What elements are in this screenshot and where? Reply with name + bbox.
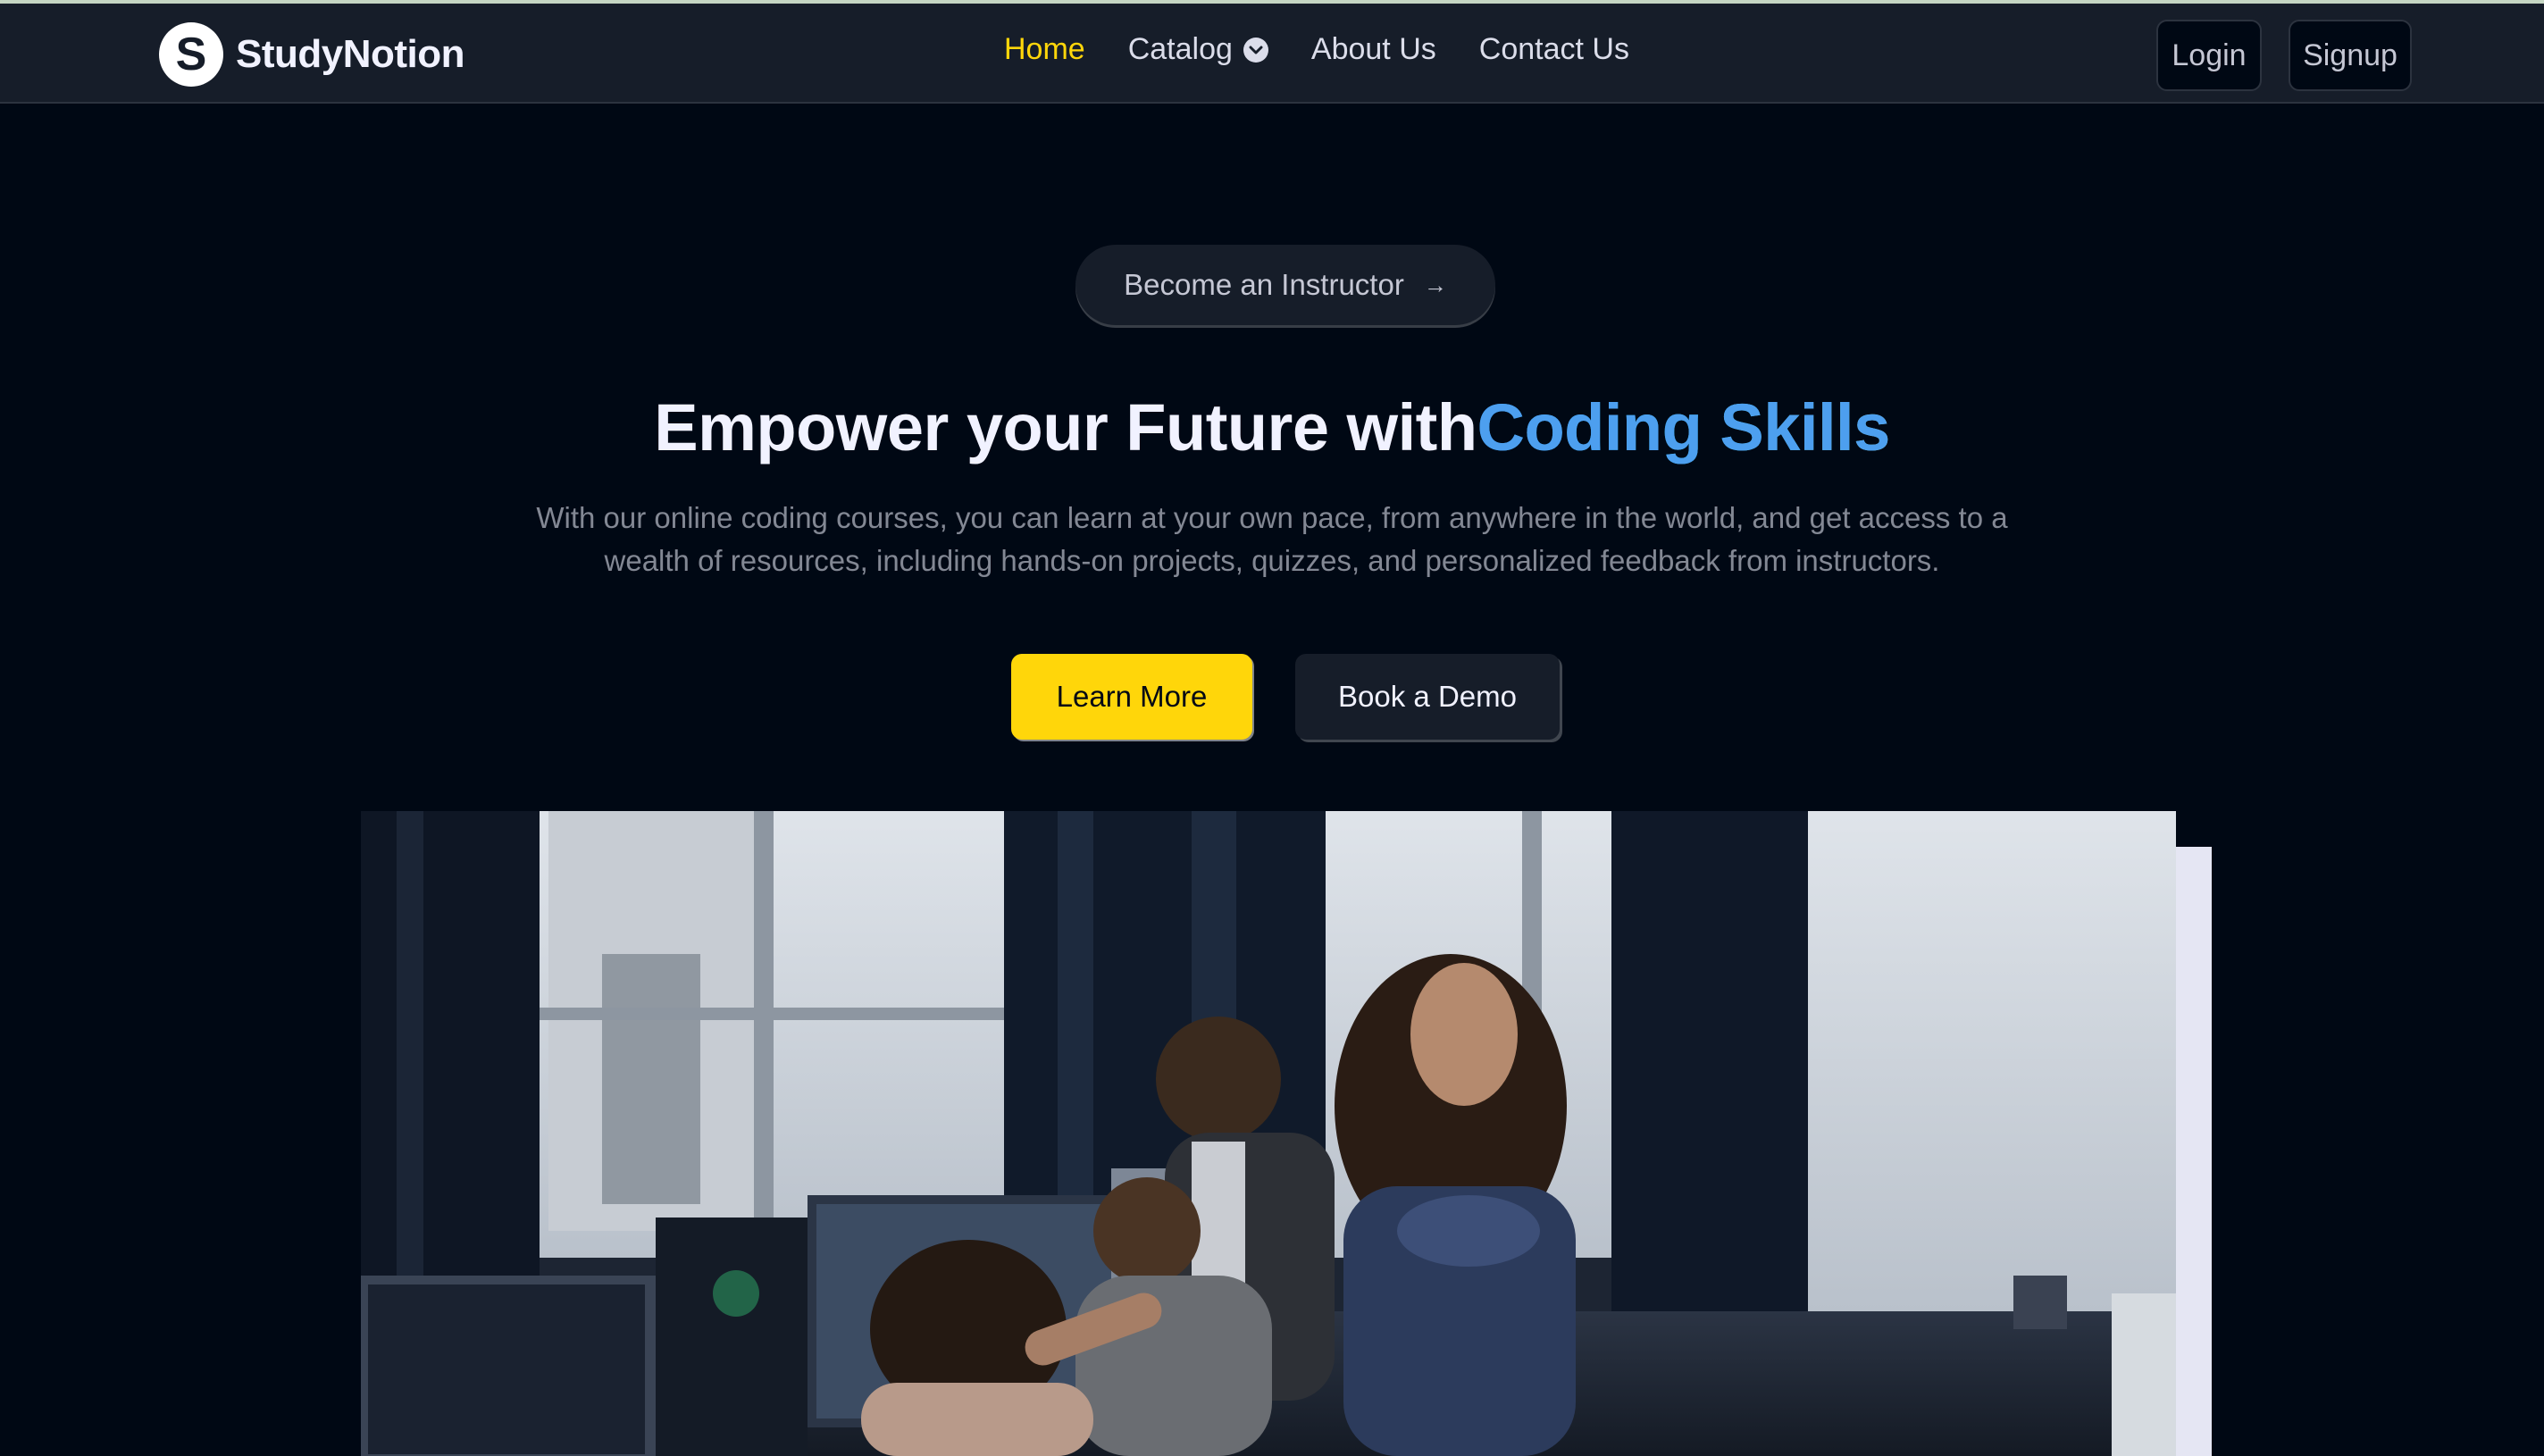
login-button[interactable]: Login: [2156, 20, 2262, 91]
become-instructor-button[interactable]: Become an Instructor →: [1075, 245, 1495, 325]
hero-subtext: With our online coding courses, you can …: [536, 501, 2008, 577]
brand-name: StudyNotion: [236, 32, 465, 76]
arrow-right-icon: →: [1423, 271, 1447, 298]
nav-item-contact[interactable]: Contact Us: [1479, 32, 1629, 67]
nav-item-catalog[interactable]: Catalog: [1128, 32, 1268, 67]
nav-item-about[interactable]: About Us: [1311, 32, 1436, 67]
hero-headline: Empower your Future withCoding Skills: [0, 389, 2544, 465]
learn-more-button[interactable]: Learn More: [1011, 654, 1252, 740]
brand-logo[interactable]: S StudyNotion: [159, 21, 465, 88]
nav-item-catalog-label: Catalog: [1127, 32, 1233, 66]
book-demo-button[interactable]: Book a Demo: [1295, 654, 1560, 740]
office-scene-image: [361, 811, 2176, 1456]
nav-links: Home Catalog About Us Contact Us: [1004, 32, 1672, 67]
logo-letter: S: [175, 29, 207, 80]
signup-button[interactable]: Signup: [2289, 20, 2412, 91]
headline-plain: Empower your Future with: [654, 390, 1477, 464]
logo-icon: S: [159, 22, 223, 87]
hero-video[interactable]: [361, 811, 2176, 1456]
navbar: S StudyNotion Home Catalog About Us Cont…: [0, 4, 2544, 104]
video-shadow: [2174, 847, 2212, 1456]
become-instructor-label: Become an Instructor: [1124, 268, 1404, 301]
chevron-down-circle-icon: [1243, 37, 1268, 63]
headline-highlight: Coding Skills: [1477, 390, 1891, 464]
nav-item-home[interactable]: Home: [1004, 32, 1085, 67]
